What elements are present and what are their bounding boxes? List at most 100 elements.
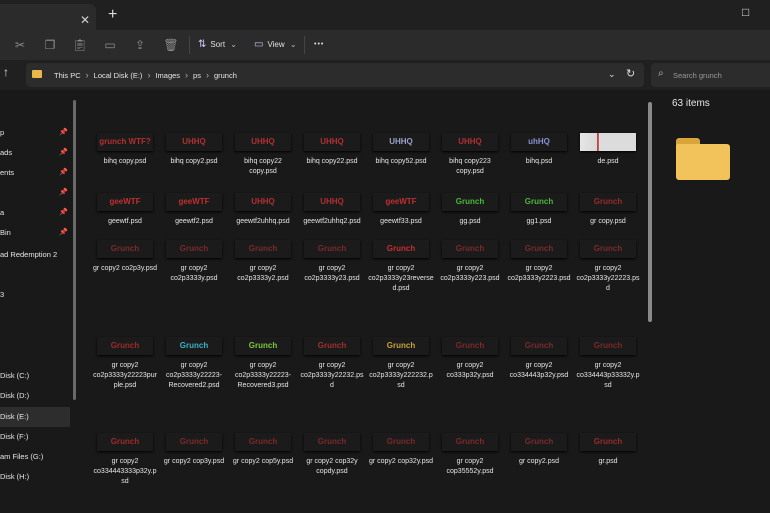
address-dropdown-icon[interactable]: ⌄ bbox=[608, 69, 616, 80]
breadcrumb-item[interactable]: Images bbox=[155, 71, 180, 80]
file-thumbnail[interactable]: grunch WTF? bbox=[97, 133, 153, 151]
file-thumbnail[interactable]: Grunch bbox=[580, 193, 636, 211]
file-name[interactable]: gg.psd bbox=[437, 217, 503, 227]
sidebar-item[interactable]: ad Redemption 2 bbox=[0, 245, 70, 265]
content-scrollbar[interactable] bbox=[648, 102, 652, 322]
sidebar-item[interactable]: Disk (F:) bbox=[0, 427, 70, 447]
file-thumbnail[interactable]: UHHQ bbox=[166, 133, 222, 151]
file-name[interactable]: bihq copy52.psd bbox=[368, 157, 434, 167]
file-thumbnail[interactable]: Grunch bbox=[511, 193, 567, 211]
file-thumbnail[interactable]: geeWTF bbox=[373, 193, 429, 211]
file-thumbnail[interactable]: UHHQ bbox=[235, 133, 291, 151]
copy-icon[interactable]: ❐ bbox=[42, 37, 58, 53]
file-thumbnail[interactable]: Grunch bbox=[442, 240, 498, 258]
file-thumbnail[interactable]: Grunch bbox=[304, 240, 360, 258]
sidebar-item[interactable]: Disk (E:) bbox=[0, 407, 70, 427]
file-name[interactable]: bihq copy223 copy.psd bbox=[437, 157, 503, 177]
file-thumbnail[interactable]: UHHQ bbox=[373, 133, 429, 151]
file-name[interactable]: gr copy2 co2p3333y22223-Recovered2.psd bbox=[161, 361, 227, 391]
search-input[interactable] bbox=[673, 67, 768, 83]
file-thumbnail[interactable]: UHHQ bbox=[235, 193, 291, 211]
file-name[interactable]: gr copy2 co2p3333y22223.psd bbox=[575, 264, 641, 294]
file-name[interactable]: gr.psd bbox=[575, 457, 641, 467]
file-thumbnail[interactable]: Grunch bbox=[511, 433, 567, 451]
up-arrow-icon[interactable]: ↑ bbox=[3, 65, 9, 79]
file-thumbnail[interactable]: Grunch bbox=[166, 337, 222, 355]
breadcrumb-item[interactable]: Local Disk (E:) bbox=[94, 71, 143, 80]
address-bar[interactable]: This PC › Local Disk (E:) › Images › ps › grunch… bbox=[26, 63, 644, 87]
file-name[interactable]: gr copy2 cop35552y.psd bbox=[437, 457, 503, 477]
new-tab-button[interactable]: + bbox=[108, 6, 117, 24]
more-options-button[interactable]: ••• bbox=[314, 36, 324, 54]
file-thumbnail[interactable]: Grunch bbox=[97, 240, 153, 258]
file-name[interactable]: bihq.psd bbox=[506, 157, 572, 167]
file-thumbnail[interactable]: Grunch bbox=[442, 193, 498, 211]
file-thumbnail[interactable]: Grunch bbox=[580, 240, 636, 258]
file-name[interactable]: gg1.psd bbox=[506, 217, 572, 227]
file-name[interactable]: gr copy2 cop32y.psd bbox=[368, 457, 434, 467]
view-button[interactable]: ▭ View ⌄ bbox=[254, 36, 297, 54]
file-thumbnail[interactable]: Grunch bbox=[511, 240, 567, 258]
sort-button[interactable]: ⇅ Sort ⌄ bbox=[198, 36, 237, 54]
file-thumbnail[interactable]: Grunch bbox=[235, 337, 291, 355]
file-thumbnail[interactable]: Grunch bbox=[166, 433, 222, 451]
file-thumbnail[interactable]: Grunch bbox=[304, 433, 360, 451]
file-thumbnail[interactable]: Grunch bbox=[304, 337, 360, 355]
file-name[interactable]: gr copy2 co2p3333y223.psd bbox=[437, 264, 503, 284]
file-name[interactable]: geewtf2uhhq2.psd bbox=[299, 217, 365, 227]
file-thumbnail[interactable]: Grunch bbox=[97, 433, 153, 451]
file-name[interactable]: gr copy2 co334443p32y.psd bbox=[506, 361, 572, 381]
explorer-tab[interactable]: ✕ bbox=[0, 4, 96, 30]
share-icon[interactable]: ⇪ bbox=[132, 37, 148, 53]
file-name[interactable]: gr copy2 co2p3y.psd bbox=[92, 264, 158, 274]
file-name[interactable]: de.psd bbox=[575, 157, 641, 167]
file-thumbnail[interactable]: Grunch bbox=[442, 433, 498, 451]
file-thumbnail[interactable]: Grunch bbox=[580, 337, 636, 355]
sidebar-item[interactable]: ads 📌 bbox=[0, 143, 70, 163]
file-thumbnail[interactable]: UHHQ bbox=[304, 193, 360, 211]
file-thumbnail[interactable]: Grunch bbox=[97, 337, 153, 355]
breadcrumb-item[interactable]: grunch bbox=[214, 71, 237, 80]
file-name[interactable]: gr copy2 cop3y.psd bbox=[161, 457, 227, 467]
file-thumbnail[interactable]: Grunch bbox=[511, 337, 567, 355]
file-name[interactable]: gr copy2 co2p3333y23reversed.psd bbox=[368, 264, 434, 294]
sidebar-item[interactable]: Disk (H:) bbox=[0, 467, 70, 487]
file-thumbnail[interactable]: Grunch bbox=[373, 337, 429, 355]
file-name[interactable]: gr copy2 cop32y copdy.psd bbox=[299, 457, 365, 477]
sidebar-item[interactable] bbox=[0, 330, 70, 350]
file-name[interactable]: gr copy.psd bbox=[575, 217, 641, 227]
close-tab-icon[interactable]: ✕ bbox=[80, 13, 90, 27]
file-name[interactable]: gr copy2 co2p3333y2.psd bbox=[230, 264, 296, 284]
file-thumbnail[interactable]: Grunch bbox=[580, 433, 636, 451]
sidebar-item[interactable] bbox=[0, 265, 70, 285]
file-name[interactable]: bihq copy.psd bbox=[92, 157, 158, 167]
search-box[interactable]: ⌕ bbox=[651, 63, 770, 87]
refresh-icon[interactable]: ↻ bbox=[626, 67, 635, 80]
file-thumbnail[interactable]: Grunch bbox=[442, 337, 498, 355]
file-name[interactable]: bihq copy22.psd bbox=[299, 157, 365, 167]
rename-icon[interactable]: ▭ bbox=[102, 37, 118, 53]
sidebar-item[interactable]: a 📌 bbox=[0, 203, 70, 223]
maximize-icon[interactable]: □ bbox=[742, 5, 762, 21]
file-thumbnail[interactable]: Grunch bbox=[235, 240, 291, 258]
sidebar-item[interactable]: ents 📌 bbox=[0, 163, 70, 183]
sidebar-item[interactable]: 📌 bbox=[0, 183, 70, 203]
sidebar-item[interactable]: p 📌 bbox=[0, 123, 70, 143]
file-name[interactable]: gr copy2 co2p3333y22223-Recovered3.psd bbox=[230, 361, 296, 391]
file-thumbnail[interactable]: geeWTF bbox=[97, 193, 153, 211]
paste-icon[interactable]: 📋︎ bbox=[72, 37, 88, 53]
file-name[interactable]: gr copy2 co334443333p32y.psd bbox=[92, 457, 158, 487]
file-name[interactable]: gr copy2 co333p32y.psd bbox=[437, 361, 503, 381]
cut-icon[interactable]: ✂ bbox=[12, 37, 28, 53]
file-name[interactable]: bihq copy22 copy.psd bbox=[230, 157, 296, 177]
file-thumbnail[interactable]: uhHQ bbox=[511, 133, 567, 151]
file-name[interactable]: bihq copy2.psd bbox=[161, 157, 227, 167]
file-name[interactable]: gr copy2 co334443p33332y.psd bbox=[575, 361, 641, 391]
file-name[interactable]: gr copy2 co2p3333y22223purple.psd bbox=[92, 361, 158, 391]
sidebar-scrollbar[interactable] bbox=[73, 100, 76, 400]
sidebar-item[interactable]: am Files (G:) bbox=[0, 447, 70, 467]
file-thumbnail[interactable]: Grunch bbox=[373, 240, 429, 258]
file-thumbnail[interactable]: Grunch bbox=[166, 240, 222, 258]
file-name[interactable]: geewtf2uhhq.psd bbox=[230, 217, 296, 227]
file-name[interactable]: gr copy2 co2p3333y23.psd bbox=[299, 264, 365, 284]
